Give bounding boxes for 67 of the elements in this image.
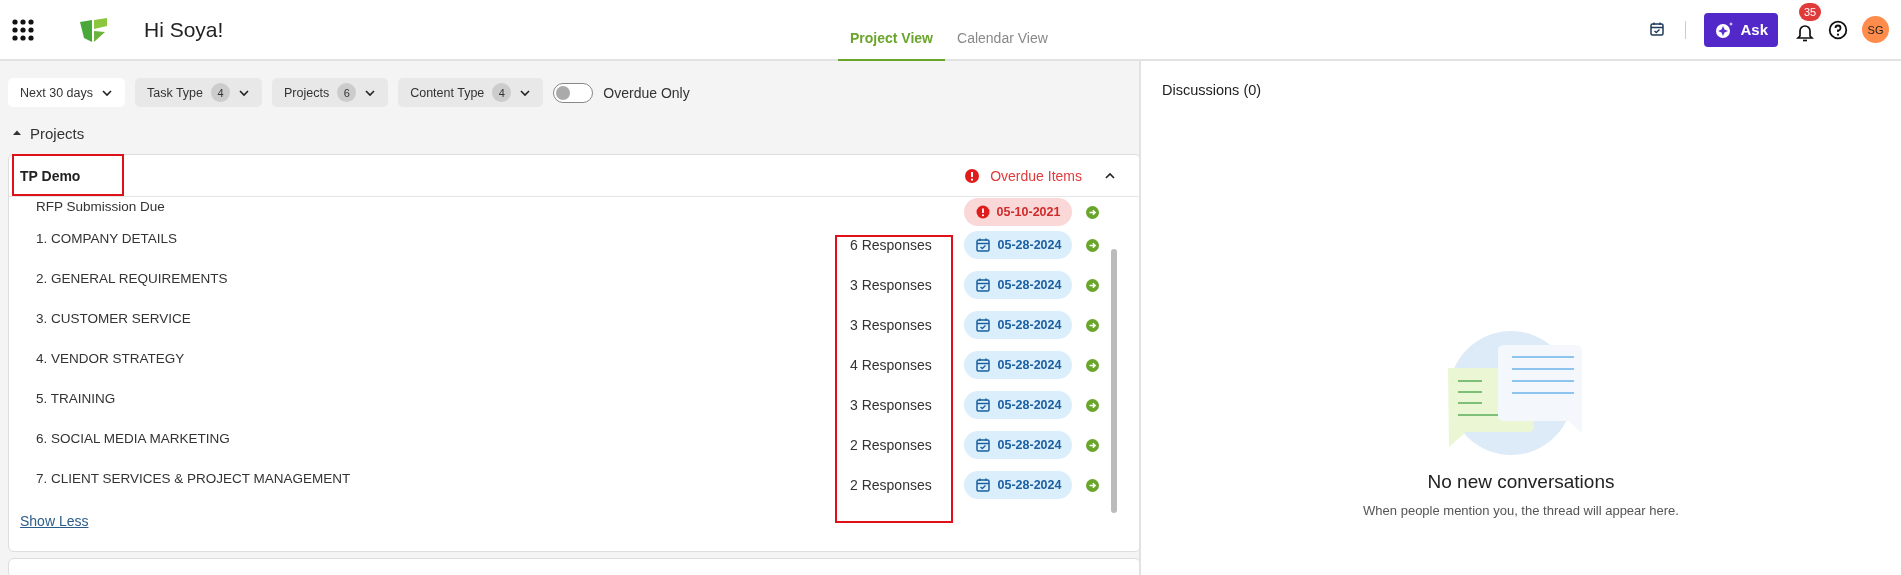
ask-button[interactable]: Ask [1704,12,1778,47]
count-badge: 4 [211,83,231,102]
calendar-icon [974,277,991,293]
section-title: Projects [30,124,85,142]
arrow-right-icon[interactable] [1086,438,1099,452]
alert-icon [975,205,990,219]
toggle-switch[interactable] [553,82,594,103]
panel-title: Discussions (0) [1161,81,1263,98]
filter-dropdown[interactable]: Projects 6 [272,78,389,107]
empty-state-title: No new conversations [1427,471,1615,493]
due-date-badge: 05-28-2024 [964,431,1072,459]
filter-dropdown[interactable]: Content Type 4 [398,78,544,107]
caret-up-icon[interactable] [12,128,22,138]
logo-icon [80,15,108,44]
due-date-badge: 05-10-2021 [964,198,1072,226]
scrollbar[interactable] [1111,249,1117,513]
item-title[interactable]: 7. CLIENT SERVICES & PROJECT MANAGEMENT [36,471,836,486]
due-date-badge: 05-28-2024 [964,311,1072,339]
arrow-right-icon[interactable] [1086,398,1099,412]
arrow-right-icon[interactable] [1086,205,1099,219]
response-count: 3 Responses [850,397,933,413]
calendar-icon [974,357,991,373]
item-title[interactable]: 5. TRAINING [36,391,836,406]
due-date-badge: 05-28-2024 [964,231,1072,259]
response-count: 6 Responses [850,237,933,253]
empty-state-text: When people mention you, the thread will appear here. [1363,503,1679,518]
response-count: 2 Responses [850,477,933,493]
count-badge: 4 [492,83,512,102]
item-title[interactable]: 3. CUSTOMER SERVICE [36,311,836,326]
app-grid-icon[interactable] [12,18,34,41]
arrow-right-icon[interactable] [1086,238,1099,252]
item-title[interactable]: 4. VENDOR STRATEGY [36,351,836,366]
show-less-link[interactable]: Show Less [20,513,89,529]
count-badge: 6 [337,83,357,102]
due-date-badge: 05-28-2024 [964,271,1072,299]
due-date-badge: 05-28-2024 [964,351,1072,379]
item-title[interactable]: RFP Submission Due [36,199,836,214]
calendar-icon [974,317,991,333]
arrow-right-icon[interactable] [1086,358,1099,372]
response-count: 3 Responses [850,317,933,333]
response-count: 3 Responses [850,277,933,293]
item-title[interactable]: 6. SOCIAL MEDIA MARKETING [36,431,836,446]
project-name: TP Demo [20,167,82,184]
due-date-badge: 05-28-2024 [964,391,1072,419]
sparkle-icon [1714,20,1735,39]
item-title[interactable]: 1. COMPANY DETAILS [36,231,836,246]
notification-badge: 35 [1799,2,1822,21]
calendar-icon [974,397,991,413]
toggle-label: Overdue Only [603,84,690,101]
item-title[interactable]: 2. GENERAL REQUIREMENTS [36,271,836,286]
view-tab[interactable]: Calendar View [945,30,1060,61]
help-icon[interactable] [1828,19,1848,40]
user-avatar[interactable]: SG [1862,16,1889,43]
filter-dropdown[interactable]: Task Type 4 [134,78,263,107]
filter-dropdown[interactable]: Next 30 days [8,78,125,107]
greeting: Hi Soya! [144,17,224,42]
calendar-icon [974,237,991,253]
arrow-right-icon[interactable] [1086,278,1099,292]
calendar-icon [974,477,991,493]
response-count: 2 Responses [850,437,933,453]
response-count: 4 Responses [850,357,933,373]
arrow-right-icon[interactable] [1086,478,1099,492]
arrow-right-icon[interactable] [1086,318,1099,332]
calendar-icon [974,437,991,453]
overdue-label: Overdue Items [990,167,1082,184]
due-date-badge: 05-28-2024 [964,471,1072,499]
alert-icon [964,167,981,184]
